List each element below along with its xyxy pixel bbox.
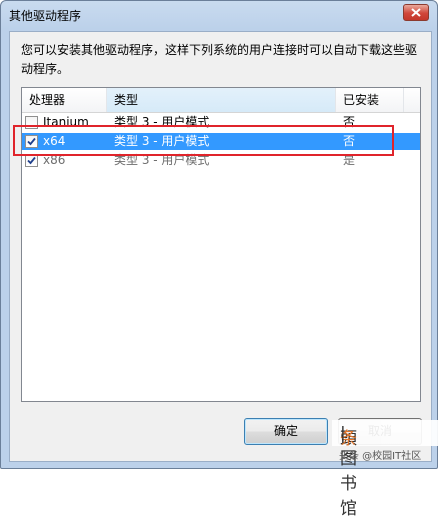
dialog-body: 您可以安装其他驱动程序，这样下列系统的用户连接时可以自动下载这些驱动程序。 处理…: [9, 31, 432, 462]
cell-installed: 否: [343, 134, 356, 148]
close-icon: [411, 8, 421, 17]
ok-button[interactable]: 确定: [244, 418, 328, 445]
list-row-x86[interactable]: x86 类型 3 - 用户模式 是: [22, 152, 420, 169]
driver-list[interactable]: 处理器 类型 已安装 Itanium 类型 3 - 用户模式 否 x64 类型 …: [21, 87, 421, 402]
watermark-rest: |图书馆: [340, 424, 357, 519]
list-header: 处理器 类型 已安装: [22, 88, 420, 113]
cell-processor: x86: [43, 153, 66, 167]
cell-installed: 否: [343, 115, 356, 129]
list-row-x64[interactable]: x64 类型 3 - 用户模式 否: [22, 133, 420, 150]
checkbox-x64[interactable]: [25, 135, 38, 148]
description-text: 您可以安装其他驱动程序，这样下列系统的用户连接时可以自动下载这些驱动程序。: [21, 43, 418, 76]
close-button[interactable]: [403, 4, 429, 21]
cell-installed: 是: [343, 153, 356, 167]
title-bar[interactable]: 其他驱动程序: [1, 1, 437, 28]
checkbox-itanium[interactable]: [25, 116, 38, 129]
window-title: 其他驱动程序: [9, 9, 82, 23]
cell-type: 类型 3 - 用户模式: [114, 115, 210, 129]
list-row-itanium[interactable]: Itanium 类型 3 - 用户模式 否: [22, 114, 420, 131]
dialog-window: 其他驱动程序 您可以安装其他驱动程序，这样下列系统的用户连接时可以自动下载这些驱…: [0, 0, 438, 469]
column-header-installed[interactable]: 已安装: [336, 88, 404, 112]
watermark-footer: 头条 @校园IT社区: [339, 451, 422, 462]
cell-processor: Itanium: [43, 115, 89, 129]
checkmark-icon: [27, 137, 36, 146]
cell-type: 类型 3 - 用户模式: [114, 153, 210, 167]
column-header-type[interactable]: 类型: [107, 88, 336, 112]
checkmark-icon: [27, 156, 36, 165]
cell-processor: x64: [43, 134, 66, 148]
checkbox-x86[interactable]: [25, 154, 38, 167]
column-header-processor[interactable]: 处理器: [22, 88, 107, 112]
cell-type: 类型 3 - 用户模式: [114, 134, 210, 148]
watermark-logo: 頭条 |图书馆: [332, 420, 438, 519]
